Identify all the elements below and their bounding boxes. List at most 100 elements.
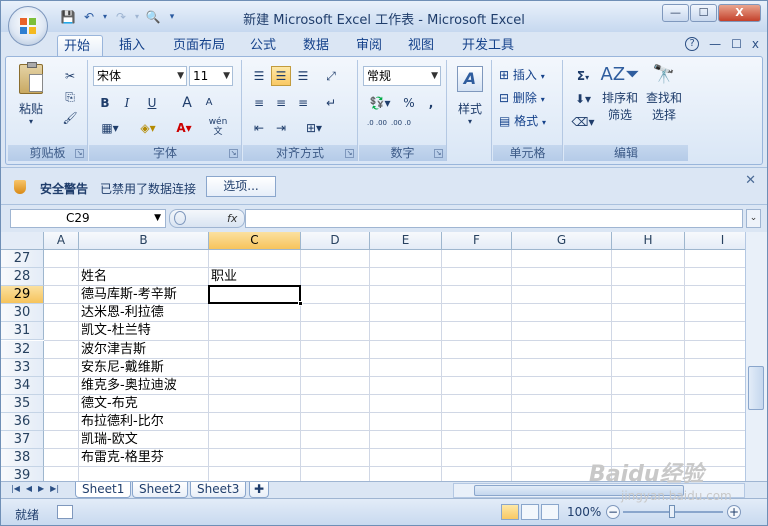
cell-b32[interactable]: 波尔津吉斯 [79,341,146,359]
comma-button[interactable]: , [421,93,441,113]
column-header-b[interactable]: B [79,232,209,250]
maximize-button[interactable]: ☐ [690,4,717,22]
align-center-icon[interactable]: ≡ [271,93,291,113]
expand-formula-bar-icon[interactable]: ⌄ [746,209,761,228]
alignment-launcher-icon[interactable]: ↘ [345,149,354,158]
cell-b38[interactable]: 布雷克-格里芬 [79,449,164,467]
column-header-i[interactable]: I [685,232,745,250]
cell-b28[interactable]: 姓名 [79,268,107,286]
orientation-icon[interactable]: ⤢ [321,66,341,86]
sort-filter-button[interactable]: AZ⏷ 排序和 筛选 [600,64,640,123]
office-button[interactable] [8,6,48,46]
prev-sheet-icon[interactable]: ◀ [26,484,32,493]
zoom-level[interactable]: 100% [567,505,601,519]
row-header-39[interactable]: 39 [1,467,44,481]
format-cells-button[interactable]: ▤ 格式 ▾ [499,112,546,129]
ribbon-restore-button[interactable]: ☐ [731,37,742,51]
merge-center-icon[interactable]: ⊞▾ [299,118,329,138]
italic-button[interactable]: I [117,93,137,113]
number-format-select[interactable]: 常规 ▼ [363,66,441,86]
help-icon[interactable]: ? [685,37,700,51]
row-header-38[interactable]: 38 [1,449,44,468]
zoom-slider-knob[interactable] [669,505,675,518]
sheet-tab-sheet2[interactable]: Sheet2 [132,482,189,498]
wrap-text-icon[interactable]: ↵ [321,93,341,113]
tab-view[interactable]: 视图 [402,35,440,57]
column-header-g[interactable]: G [512,232,612,250]
column-header-f[interactable]: F [442,232,512,250]
format-painter-icon[interactable]: 🖌 [60,108,80,128]
insert-cells-button[interactable]: ⊞ 插入 ▾ [499,66,545,83]
fill-color-icon[interactable]: ◈▾ [133,118,163,138]
row-header-34[interactable]: 34 [1,376,44,395]
tab-developer[interactable]: 开发工具 [456,35,520,57]
increase-indent-icon[interactable]: ⇥ [271,118,291,138]
paste-button[interactable]: 粘贴 ▾ [14,62,48,126]
zoom-out-icon[interactable]: − [606,505,620,519]
font-launcher-icon[interactable]: ↘ [229,149,238,158]
cell-b35[interactable]: 德文-布克 [79,395,138,413]
tab-review[interactable]: 审阅 [350,35,388,57]
row-header-32[interactable]: 32 [1,340,44,359]
page-layout-view-icon[interactable] [521,504,539,520]
row-header-30[interactable]: 30 [1,304,44,323]
worksheet-grid[interactable]: A B C D E F G H I 27 28 29 30 31 32 33 34 35 36 37 38 39 姓名 职业德… [1,232,745,481]
cell-b31[interactable]: 凯文-杜兰特 [79,322,151,340]
percent-button[interactable]: % [399,93,419,113]
grow-font-button[interactable]: A [177,93,197,113]
tab-data[interactable]: 数据 [297,35,335,57]
row-header-37[interactable]: 37 [1,431,44,449]
security-options-button[interactable]: 选项... [206,176,276,197]
cell-b30[interactable]: 达米恩-利拉德 [79,304,164,322]
underline-button[interactable]: U [139,93,165,113]
active-cell-selection[interactable] [208,285,303,307]
cell-b29[interactable]: 德马库斯-考辛斯 [79,286,177,304]
cell-b33[interactable]: 安东尼-戴维斯 [79,359,164,377]
column-header-e[interactable]: E [370,232,442,250]
minimize-button[interactable]: — [662,4,689,22]
fill-icon[interactable]: ⬇▾ [570,89,596,109]
ribbon-minimize-button[interactable]: — [709,37,721,51]
accounting-format-icon[interactable]: 💱▾ [365,93,395,113]
column-header-h[interactable]: H [612,232,685,250]
font-size-select[interactable]: 11 ▼ [189,66,233,86]
phonetic-button[interactable]: wén 文 [203,116,233,137]
column-header-d[interactable]: D [301,232,370,250]
fill-handle[interactable] [298,301,303,307]
clear-icon[interactable]: ⌫▾ [570,112,596,132]
column-header-a[interactable]: A [44,232,79,250]
tab-home[interactable]: 开始 [57,35,103,57]
select-all-corner[interactable] [1,232,44,250]
font-name-select[interactable]: 宋体 ▼ [93,66,187,86]
borders-icon[interactable]: ▦▾ [95,118,125,138]
decrease-indent-icon[interactable]: ⇤ [249,118,269,138]
name-box[interactable]: C29 ▼ [10,209,166,228]
next-sheet-icon[interactable]: ▶ [38,484,44,493]
align-middle-icon[interactable]: ☰ [271,66,291,86]
page-break-view-icon[interactable] [541,504,559,520]
close-button[interactable]: X [718,4,761,22]
expand-formula-icon[interactable] [174,211,186,225]
clipboard-launcher-icon[interactable]: ↘ [75,149,84,158]
formula-input[interactable] [245,209,743,228]
insert-sheet-icon[interactable]: ✚ [249,482,270,498]
cell-b34[interactable]: 维克多-奥拉迪波 [79,377,177,395]
ribbon-close-button[interactable]: x [752,37,759,51]
find-select-button[interactable]: 🔭 查找和 选择 [644,64,684,123]
security-close-icon[interactable]: ✕ [745,173,756,188]
bold-button[interactable]: B [95,93,115,113]
number-launcher-icon[interactable]: ↘ [434,149,443,158]
zoom-in-icon[interactable]: + [727,505,741,519]
tab-formulas[interactable]: 公式 [244,35,282,57]
tab-insert[interactable]: 插入 [113,35,151,57]
sheet-tab-sheet3[interactable]: Sheet3 [190,482,247,498]
row-header-29[interactable]: 29 [1,286,44,305]
first-sheet-icon[interactable]: |◀ [11,484,20,493]
vertical-scroll-thumb[interactable] [748,366,764,410]
delete-cells-button[interactable]: ⊟ 删除 ▾ [499,89,545,106]
row-header-35[interactable]: 35 [1,394,44,413]
autosum-button[interactable]: Σ▾ [570,66,596,86]
font-color-icon[interactable]: A▾ [169,118,199,138]
vertical-scrollbar[interactable] [745,232,767,481]
cut-icon[interactable]: ✂ [60,66,80,86]
